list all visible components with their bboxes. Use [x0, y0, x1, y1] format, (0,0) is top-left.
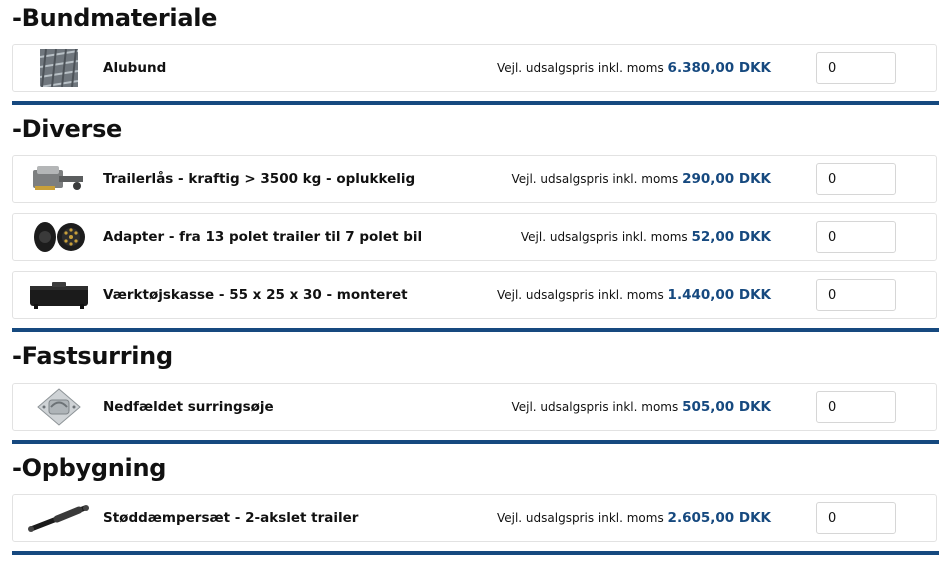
price-amount: 6.380,00 DKK — [667, 60, 771, 76]
product-row: Værktøjskasse - 55 x 25 x 30 - monteret … — [12, 271, 937, 319]
quantity-input[interactable] — [816, 52, 896, 84]
section-heading-diverse: -Diverse — [12, 115, 123, 143]
shock-absorber-icon — [27, 499, 91, 537]
product-price: Vejl. udsalgspris inkl. moms 2.605,00 DK… — [497, 495, 771, 541]
product-row: Adapter - fra 13 polet trailer til 7 pol… — [12, 213, 937, 261]
quantity-input[interactable] — [816, 163, 896, 195]
lashing-eye-icon — [27, 388, 91, 426]
plug-adapter-icon — [27, 218, 91, 256]
product-row: Alubund Vejl. udsalgspris inkl. moms 6.3… — [12, 44, 937, 92]
product-name[interactable]: Alubund — [103, 45, 166, 91]
product-name[interactable]: Støddæmpersæt - 2-akslet trailer — [103, 495, 358, 541]
quantity-input[interactable] — [816, 279, 896, 311]
aluminium-floor-icon — [27, 49, 91, 87]
quantity-input[interactable] — [816, 391, 896, 423]
product-price: Vejl. udsalgspris inkl. moms 52,00 DKK — [521, 214, 771, 260]
price-label: Vejl. udsalgspris inkl. moms — [496, 61, 664, 75]
product-name[interactable]: Værktøjskasse - 55 x 25 x 30 - monteret — [103, 272, 408, 318]
product-price: Vejl. udsalgspris inkl. moms 1.440,00 DK… — [497, 272, 771, 318]
price-label: Vejl. udsalgspris inkl. moms — [496, 511, 664, 525]
section-heading-fastsurring: -Fastsurring — [12, 342, 173, 370]
price-amount: 290,00 DKK — [682, 171, 771, 187]
price-label: Vejl. udsalgspris inkl. moms — [520, 230, 688, 244]
price-amount: 2.605,00 DKK — [667, 510, 771, 526]
price-label: Vejl. udsalgspris inkl. moms — [511, 400, 679, 414]
section-heading-bundmateriale: -Bundmateriale — [12, 4, 218, 32]
toolbox-icon — [27, 276, 91, 314]
product-price: Vejl. udsalgspris inkl. moms 505,00 DKK — [511, 384, 771, 430]
price-amount: 52,00 DKK — [691, 229, 771, 245]
section-divider — [12, 328, 939, 332]
section-heading-opbygning: -Opbygning — [12, 454, 167, 482]
price-amount: 1.440,00 DKK — [667, 287, 771, 303]
quantity-input[interactable] — [816, 502, 896, 534]
section-divider — [12, 551, 939, 555]
product-name[interactable]: Adapter - fra 13 polet trailer til 7 pol… — [103, 214, 422, 260]
product-row: Nedfældet surringsøje Vejl. udsalgspris … — [12, 383, 937, 431]
product-row: Trailerlås - kraftig > 3500 kg - oplukke… — [12, 155, 937, 203]
trailer-lock-icon — [27, 160, 91, 198]
product-row: Støddæmpersæt - 2-akslet trailer Vejl. u… — [12, 494, 937, 542]
section-divider — [12, 101, 939, 105]
product-price: Vejl. udsalgspris inkl. moms 290,00 DKK — [511, 156, 771, 202]
product-name[interactable]: Nedfældet surringsøje — [103, 384, 274, 430]
quantity-input[interactable] — [816, 221, 896, 253]
price-amount: 505,00 DKK — [682, 399, 771, 415]
price-label: Vejl. udsalgspris inkl. moms — [511, 172, 679, 186]
product-name[interactable]: Trailerlås - kraftig > 3500 kg - oplukke… — [103, 156, 415, 202]
price-label: Vejl. udsalgspris inkl. moms — [496, 288, 664, 302]
section-divider — [12, 440, 939, 444]
product-price: Vejl. udsalgspris inkl. moms 6.380,00 DK… — [497, 45, 771, 91]
